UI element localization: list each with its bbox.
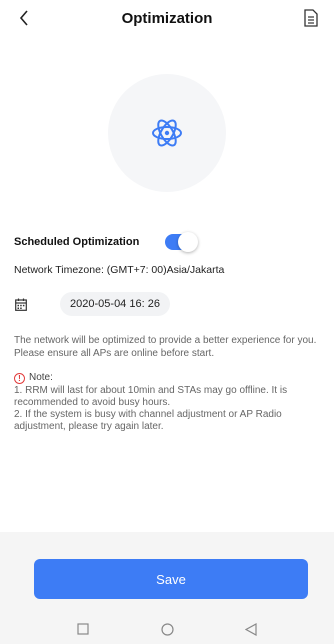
back-button[interactable] xyxy=(14,8,34,28)
note-item: 2. If the system is busy with channel ad… xyxy=(14,409,282,432)
triangle-left-icon xyxy=(245,622,257,636)
toggle-knob xyxy=(178,232,199,252)
square-icon xyxy=(77,623,89,635)
date-time-picker[interactable]: 2020-05-04 16: 26 xyxy=(60,292,170,316)
description-text: The network will be optimized to provide… xyxy=(14,335,317,359)
save-button[interactable]: Save xyxy=(34,559,308,599)
note-title: Note: xyxy=(29,372,53,383)
warning-icon: ! xyxy=(14,372,25,384)
recents-button[interactable] xyxy=(76,622,90,636)
page-title: Optimization xyxy=(121,9,213,27)
document-icon xyxy=(304,9,318,27)
scheduled-optimization-label: Scheduled Optimization xyxy=(14,236,140,248)
back-nav-button[interactable] xyxy=(244,622,258,636)
calendar-icon xyxy=(15,298,27,311)
note-item: 1. RRM will last for about 10min and STA… xyxy=(14,385,288,408)
note-header: ! Note: xyxy=(14,372,324,384)
document-button[interactable] xyxy=(300,7,322,29)
calendar-button[interactable] xyxy=(14,297,28,311)
network-timezone: Network Timezone: (GMT+7: 00)Asia/Jakart… xyxy=(14,264,225,276)
scheduled-optimization-row: Scheduled Optimization xyxy=(14,232,199,252)
chevron-left-icon xyxy=(19,10,28,26)
optimization-graphic xyxy=(108,74,226,192)
header: Optimization xyxy=(0,0,334,36)
scheduled-optimization-toggle[interactable] xyxy=(165,232,199,252)
note-section: ! Note: 1. RRM will last for about 10min… xyxy=(14,372,324,433)
home-button[interactable] xyxy=(160,622,174,636)
atom-icon xyxy=(152,119,182,147)
system-nav-bar xyxy=(0,614,334,644)
date-row: 2020-05-04 16: 26 xyxy=(14,292,170,316)
circle-icon xyxy=(160,622,174,636)
